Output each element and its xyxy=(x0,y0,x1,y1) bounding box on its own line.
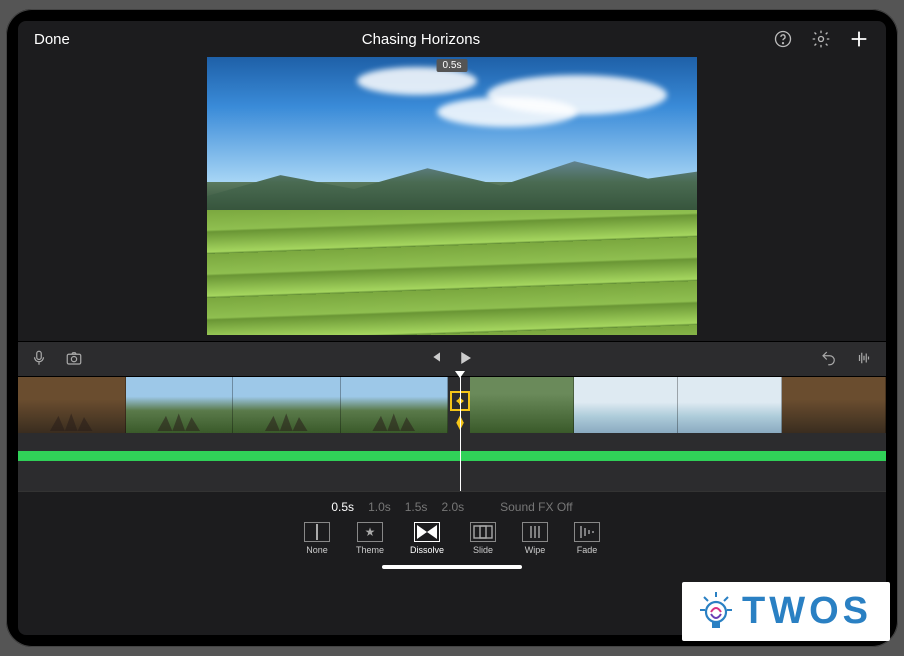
header-bar: Done Chasing Horizons xyxy=(18,21,886,57)
home-indicator[interactable] xyxy=(382,565,522,569)
transition-theme[interactable]: ★ Theme xyxy=(356,522,384,555)
preview-area: 0.5s xyxy=(18,57,886,341)
playhead[interactable] xyxy=(460,377,461,491)
clip-2[interactable] xyxy=(470,377,886,433)
theme-icon: ★ xyxy=(357,522,383,542)
dissolve-icon xyxy=(414,522,440,542)
transition-wipe-label: Wipe xyxy=(525,545,546,555)
transition-slide[interactable]: Slide xyxy=(470,522,496,555)
sound-fx-toggle[interactable]: Sound FX Off xyxy=(500,500,573,514)
camera-icon[interactable] xyxy=(64,349,84,369)
done-button[interactable]: Done xyxy=(34,31,70,48)
transition-dissolve-label: Dissolve xyxy=(410,545,444,555)
clips-row[interactable]: ▲▼ xyxy=(18,377,886,435)
none-icon xyxy=(304,522,330,542)
video-preview[interactable]: 0.5s xyxy=(207,57,697,335)
duration-1-5s[interactable]: 1.5s xyxy=(405,500,428,514)
undo-icon[interactable] xyxy=(820,349,840,369)
audio-track-row[interactable] xyxy=(18,451,886,461)
slide-icon xyxy=(470,522,496,542)
volume-row xyxy=(18,435,886,449)
ipad-frame: Done Chasing Horizons 0.5s xyxy=(6,9,898,647)
plus-icon[interactable] xyxy=(848,28,870,50)
transition-theme-label: Theme xyxy=(356,545,384,555)
duration-1-0s[interactable]: 1.0s xyxy=(368,500,391,514)
microphone-icon[interactable] xyxy=(30,349,50,369)
transition-fade[interactable]: Fade xyxy=(574,522,600,555)
help-icon[interactable] xyxy=(772,28,794,50)
header-actions xyxy=(772,28,870,50)
skip-back-icon[interactable] xyxy=(428,349,448,369)
timeline[interactable]: ▲▼ xyxy=(18,377,886,491)
wipe-icon xyxy=(522,522,548,542)
duration-2-0s[interactable]: 2.0s xyxy=(441,500,464,514)
transition-dissolve[interactable]: Dissolve xyxy=(410,522,444,555)
duration-0-5s[interactable]: 0.5s xyxy=(331,500,354,514)
twos-watermark: TWOS xyxy=(682,582,890,641)
project-title: Chasing Horizons xyxy=(70,31,772,48)
app-screen: Done Chasing Horizons 0.5s xyxy=(18,21,886,635)
clip-1[interactable] xyxy=(18,377,448,433)
transition-none-label: None xyxy=(306,545,328,555)
preview-time-badge: 0.5s xyxy=(437,59,468,72)
transition-types: None ★ Theme Dissolve Slide Wipe xyxy=(304,522,600,555)
play-icon[interactable] xyxy=(456,349,476,369)
fade-icon xyxy=(574,522,600,542)
transition-slide-label: Slide xyxy=(473,545,493,555)
gear-icon[interactable] xyxy=(810,28,832,50)
audio-bar[interactable] xyxy=(18,451,886,461)
lightbulb-icon xyxy=(700,592,732,632)
duration-options: 0.5s 1.0s 1.5s 2.0s Sound FX Off xyxy=(331,500,572,514)
control-bar xyxy=(18,341,886,377)
transition-toolbar: 0.5s 1.0s 1.5s 2.0s Sound FX Off None ★ … xyxy=(18,491,886,577)
transition-fade-label: Fade xyxy=(577,545,598,555)
waveform-icon[interactable] xyxy=(854,349,874,369)
transition-none[interactable]: None xyxy=(304,522,330,555)
twos-text: TWOS xyxy=(742,590,872,633)
transition-wipe[interactable]: Wipe xyxy=(522,522,548,555)
